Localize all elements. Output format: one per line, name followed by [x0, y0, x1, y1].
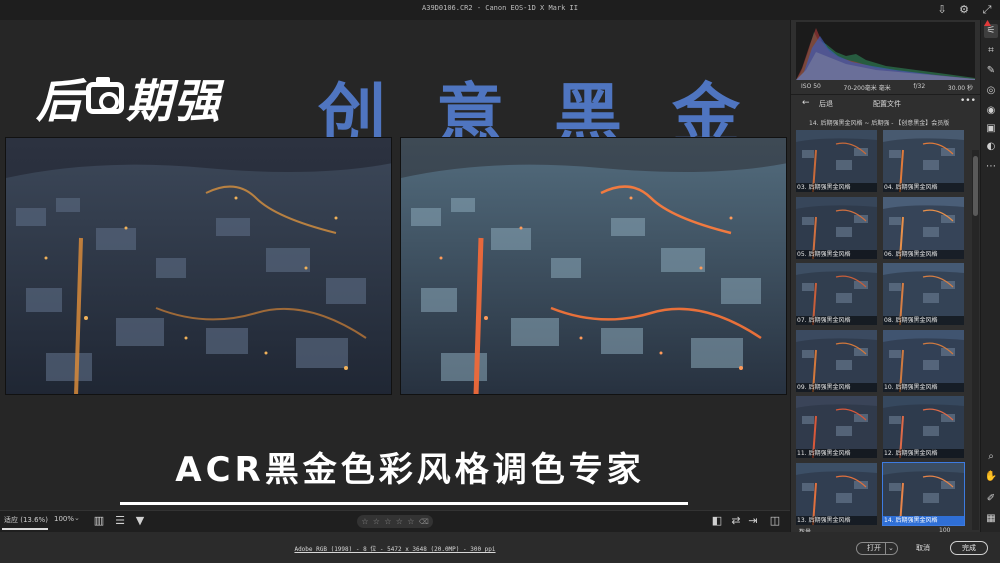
- thumbnail-label: 06. 后期强黑金风格: [883, 249, 964, 259]
- thumbnail-label: 10. 后期强黑金风格: [883, 382, 964, 392]
- presets-icon[interactable]: ▣: [984, 122, 998, 136]
- window-title: A39D0106.CR2 - Canon EOS-1D X Mark II: [422, 4, 578, 12]
- thumbnail-label: 08. 后期强黑金风格: [883, 316, 964, 325]
- brand-logo-text-left: 后: [36, 74, 84, 128]
- zoom-100-button[interactable]: 100%: [54, 515, 74, 523]
- slogan-underline: [120, 502, 688, 505]
- scrollbar-thumb[interactable]: [973, 156, 978, 216]
- profile-thumbnail[interactable]: 13. 后期强黑金风格: [796, 462, 877, 525]
- highlight-clipping-icon[interactable]: [984, 20, 991, 26]
- open-label: 打开: [867, 544, 881, 552]
- brand-logo: 后 期强: [36, 70, 222, 128]
- profile-thumbnail[interactable]: 05. 后期强黑金风格: [796, 196, 877, 259]
- profile-thumbnail[interactable]: 04. 后期强黑金风格: [883, 130, 964, 192]
- profile-thumbnail[interactable]: 08. 后期强黑金风格: [883, 263, 964, 325]
- histogram: [796, 22, 975, 80]
- profile-breadcrumb: 14. 后期强黑金风格 ~ 后期强 - 【创意黑金】会员版: [809, 120, 950, 127]
- cancel-button[interactable]: 取消: [916, 543, 930, 553]
- before-photo[interactable]: [5, 137, 392, 395]
- edit-icon[interactable]: ⚟: [984, 24, 998, 38]
- panel-scrollbar[interactable]: [972, 150, 979, 530]
- thumbnail-label: 09. 后期强黑金风格: [796, 382, 877, 392]
- zoom-fit-button[interactable]: 适应 (13.6%): [4, 515, 48, 525]
- profile-thumbnail[interactable]: 07. 后期强黑金风格: [796, 263, 877, 325]
- exif-aperture: f/32: [913, 83, 926, 90]
- after-photo[interactable]: [400, 137, 787, 395]
- profile-thumbnail-grid: 03. 后期强黑金风格 04. 后期强黑金风格 05. 后期强黑金风格 06. 后期强…: [796, 130, 966, 526]
- swap-icon[interactable]: ⇄: [729, 514, 743, 528]
- zoom-dropdown-icon[interactable]: ⌄: [74, 514, 80, 522]
- copy-settings-icon[interactable]: ⇥: [746, 514, 760, 528]
- status-line: Adobe RGB (1998) - 8 位 - 5472 x 3648 (20…: [0, 532, 790, 563]
- thumbnail-label: 03. 后期强黑金风格: [796, 183, 877, 192]
- star-1-icon[interactable]: ☆: [361, 517, 368, 526]
- open-dropdown-icon[interactable]: ⌄: [888, 543, 894, 554]
- filmstrip-icon[interactable]: ▥: [92, 514, 106, 528]
- zoom-icon[interactable]: ⌕: [984, 450, 998, 464]
- open-button-divider: [885, 543, 886, 554]
- profile-thumbnail[interactable]: 12. 后期强黑金风格: [883, 396, 964, 458]
- profile-thumbnail[interactable]: 06. 后期强黑金风格: [883, 196, 964, 259]
- thumbnail-label: 05. 后期强黑金风格: [796, 249, 877, 259]
- star-4-icon[interactable]: ☆: [396, 517, 403, 526]
- thumbnail-label: 12. 后期强黑金风格: [883, 449, 964, 458]
- mask-icon[interactable]: ◎: [984, 84, 998, 98]
- profile-thumbnail[interactable]: 09. 后期强黑金风格: [796, 329, 877, 392]
- hand-icon[interactable]: ✋: [984, 470, 998, 484]
- profile-nav: ← 后退 配置文件 •••: [791, 96, 981, 112]
- exif-info: ISO 50 70-200毫米 毫米 f/32 30.00 秒: [801, 83, 973, 92]
- trash-icon[interactable]: ⌫: [419, 518, 429, 526]
- exif-lens: 70-200毫米 毫米: [843, 85, 891, 92]
- redeye-icon[interactable]: ◉: [984, 104, 998, 118]
- thumbnail-label: 13. 后期强黑金风格: [796, 515, 877, 525]
- back-arrow-icon[interactable]: ←: [802, 98, 810, 108]
- profile-thumbnail[interactable]: 10. 后期强黑金风格: [883, 329, 964, 392]
- star-5-icon[interactable]: ☆: [407, 517, 414, 526]
- before-after-icon[interactable]: ◧: [710, 514, 724, 528]
- slogan: ACR黑金色彩风格调色专家: [175, 450, 645, 490]
- sampler-icon[interactable]: ✐: [984, 492, 998, 506]
- bottom-toolbar: 适应 (13.6%) 100% ⌄ ▥ ☰ ▼ ☆ ☆ ☆ ☆ ☆ ⌫ ◧ ⇄ …: [0, 510, 790, 532]
- expand-icon[interactable]: ⤢: [980, 3, 994, 17]
- title-bar: A39D0106.CR2 - Canon EOS-1D X Mark II ⇩ …: [0, 0, 1000, 20]
- star-3-icon[interactable]: ☆: [384, 517, 391, 526]
- zoom-fit-indicator: [2, 528, 48, 530]
- thumbnail-label: 07. 后期强黑金风格: [796, 316, 877, 325]
- exif-iso: ISO 50: [801, 83, 821, 90]
- gear-icon[interactable]: ⚙: [957, 3, 971, 17]
- open-button[interactable]: 打开 ⌄: [856, 542, 898, 555]
- profile-thumbnail[interactable]: 11. 后期强黑金风格: [796, 396, 877, 458]
- star-2-icon[interactable]: ☆: [373, 517, 380, 526]
- panel-title: 配置文件: [873, 100, 901, 108]
- more-icon[interactable]: •••: [960, 96, 976, 106]
- workflow-options-link[interactable]: Adobe RGB (1998) - 8 位 - 5472 x 3648 (20…: [0, 544, 790, 553]
- right-panel: ISO 50 70-200毫米 毫米 f/32 30.00 秒 ← 后退 配置文…: [790, 20, 981, 536]
- brand-logo-text-right: 期强: [126, 74, 222, 128]
- snapshots-icon[interactable]: ◐: [984, 140, 998, 154]
- profile-thumbnail[interactable]: 03. 后期强黑金风格: [796, 130, 877, 192]
- tool-strip: ⚟ ⌗ ✎ ◎ ◉ ▣ ◐ ⋯ ⌕ ✋ ✐ ▦: [980, 20, 1000, 532]
- thumbnail-label: 11. 后期强黑金风格: [796, 449, 877, 458]
- thumbnail-label: 04. 后期强黑金风格: [883, 183, 964, 192]
- grid-icon[interactable]: ▦: [984, 512, 998, 526]
- sort-icon[interactable]: ☰: [113, 514, 127, 528]
- view-mode-icon[interactable]: ◫: [768, 514, 782, 528]
- rating-bar: ☆ ☆ ☆ ☆ ☆ ⌫: [357, 515, 433, 528]
- healing-icon[interactable]: ✎: [984, 64, 998, 78]
- camera-icon: [86, 77, 124, 114]
- profile-thumbnail[interactable]: 14. 后期强黑金风格: [882, 461, 965, 526]
- filter-icon[interactable]: ▼: [133, 514, 147, 528]
- thumbnail-label: 14. 后期强黑金风格: [883, 515, 964, 525]
- panel-divider: [791, 94, 981, 95]
- crop-icon[interactable]: ⌗: [984, 44, 998, 58]
- back-button[interactable]: 后退: [819, 99, 833, 109]
- footer-actions: 打开 ⌄ 取消 完成: [790, 532, 1000, 563]
- export-icon[interactable]: ⇩: [935, 3, 949, 17]
- exif-shutter: 30.00 秒: [947, 85, 973, 92]
- more-tools-icon[interactable]: ⋯: [984, 160, 998, 174]
- done-button[interactable]: 完成: [950, 541, 988, 555]
